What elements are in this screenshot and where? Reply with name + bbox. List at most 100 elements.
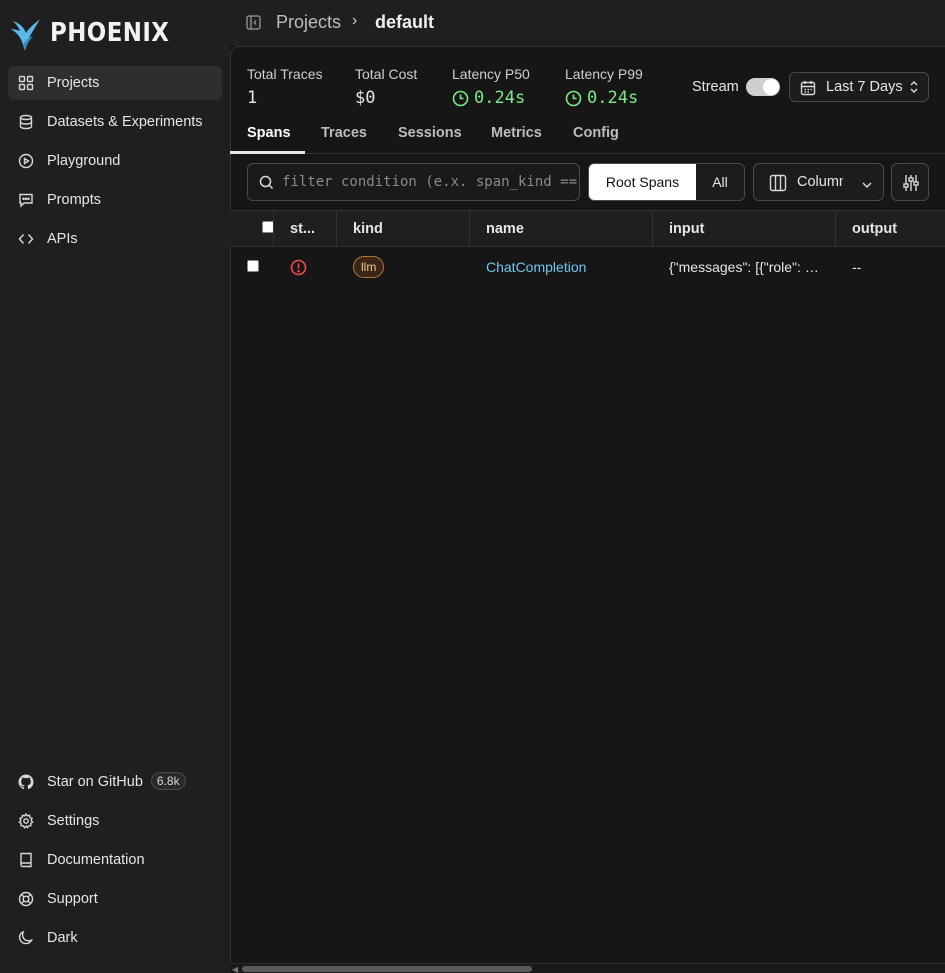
filter-input[interactable] [282, 164, 578, 200]
latency-p99-value: 0.24s [587, 88, 639, 108]
span-scope-toggle: Root Spans All [588, 163, 745, 201]
stat-value: 0.24s [452, 88, 530, 108]
spans-table-header: st... kind name input output [230, 210, 945, 247]
error-status-icon [290, 259, 307, 281]
column-header-select [230, 211, 274, 247]
select-all-checkbox[interactable] [262, 221, 273, 233]
chevron-up-down-icon [909, 80, 919, 99]
breadcrumb-projects[interactable]: Projects [276, 12, 341, 33]
date-range-label: Last 7 Days [826, 79, 903, 95]
app-root: PHOENIX Projects Datasets & Experiments … [0, 0, 945, 973]
sidebar-item-label: APIs [47, 231, 78, 247]
sidebar-item-projects[interactable]: Projects [8, 66, 222, 100]
sidebar-item-datasets[interactable]: Datasets & Experiments [8, 105, 222, 139]
breadcrumb-separator: › [352, 12, 358, 29]
span-output-cell: -- [852, 259, 862, 275]
columns-label: Columns [797, 174, 843, 190]
logo-text: PHOENIX [50, 18, 170, 48]
stat-label: Total Cost [355, 66, 418, 82]
book-icon [18, 852, 34, 868]
column-header-kind[interactable]: kind [337, 211, 470, 247]
search-icon [259, 175, 274, 195]
stream-label: Stream [692, 79, 739, 95]
tab-config[interactable]: Config [573, 125, 619, 141]
sidebar-item-label: Datasets & Experiments [47, 114, 203, 130]
breadcrumb-current: default [375, 12, 435, 32]
sidebar-item-label: Dark [47, 930, 78, 946]
toggle-knob [763, 79, 779, 95]
all-spans-button[interactable]: All [696, 164, 744, 200]
stat-label: Total Traces [247, 66, 323, 82]
columns-icon [769, 174, 787, 197]
sidebar-item-documentation[interactable]: Documentation [8, 843, 222, 877]
scroll-left-icon[interactable]: ◀ [232, 965, 238, 973]
sliders-icon [903, 175, 919, 191]
active-tab-indicator [230, 151, 305, 154]
sidebar-item-settings[interactable]: Settings [8, 804, 222, 838]
database-icon [18, 114, 34, 130]
table-settings-button[interactable] [891, 163, 929, 201]
stat-label: Latency P50 [452, 66, 530, 82]
column-header-input[interactable]: input [653, 211, 836, 247]
tab-bar: Spans Traces Sessions Metrics Config [230, 118, 945, 154]
sidebar-item-label: Documentation [47, 852, 145, 868]
sidebar-item-support[interactable]: Support [8, 882, 222, 916]
tab-metrics[interactable]: Metrics [491, 125, 542, 141]
latency-p50-value: 0.24s [474, 88, 526, 108]
top-bar: Projects › default [230, 0, 945, 46]
column-header-status[interactable]: st... [274, 211, 337, 247]
stat-latency-p99: Latency P99 0.24s [565, 66, 643, 108]
sidebar-item-label: Prompts [47, 192, 101, 208]
calendar-icon [800, 80, 816, 101]
tab-traces[interactable]: Traces [321, 125, 367, 141]
play-circle-icon [18, 153, 34, 169]
row-select-checkbox[interactable] [247, 260, 259, 272]
sidebar-item-label: Support [47, 891, 98, 907]
tab-spans[interactable]: Spans [247, 125, 291, 141]
phoenix-bird-icon [11, 19, 40, 51]
sidebar-item-github[interactable]: Star on GitHub 6.8k [8, 765, 222, 799]
gear-icon [18, 813, 34, 829]
span-name-link[interactable]: ChatCompletion [486, 259, 586, 275]
span-kind-badge: llm [353, 256, 385, 278]
stat-total-traces: Total Traces 1 [247, 66, 322, 108]
filter-field[interactable] [247, 163, 580, 201]
github-label: Star on GitHub [47, 774, 143, 790]
stat-total-cost: Total Cost $0 [355, 66, 417, 108]
sidebar-item-label: Settings [47, 813, 100, 829]
root-spans-button[interactable]: Root Spans [589, 164, 696, 200]
horizontal-scrollbar[interactable]: ◀ [230, 963, 945, 973]
code-icon [18, 231, 34, 247]
lifebuoy-icon [18, 891, 34, 907]
sidebar-item-label: Star on GitHub 6.8k [47, 772, 186, 791]
sidebar-item-prompts[interactable]: Prompts [8, 183, 222, 217]
span-input-cell: {"messages": [{"role": "system", "conten… [669, 259, 821, 275]
scrollbar-thumb[interactable] [242, 966, 532, 972]
sidebar-item-apis[interactable]: APIs [8, 222, 222, 256]
columns-button[interactable]: Columns [753, 163, 884, 201]
moon-icon [18, 930, 34, 946]
stat-latency-p50: Latency P50 0.24s [452, 66, 530, 108]
date-range-picker[interactable]: Last 7 Days [789, 72, 929, 102]
stat-value: 0.24s [565, 88, 643, 108]
sidebar-item-theme[interactable]: Dark [8, 921, 222, 955]
phoenix-logo[interactable]: PHOENIX [9, 14, 186, 52]
sidebar-item-label: Projects [47, 75, 100, 91]
github-stars-badge: 6.8k [150, 772, 186, 790]
sidebar-toggle-icon[interactable] [246, 15, 261, 35]
sidebar-item-playground[interactable]: Playground [8, 144, 222, 178]
tab-sessions[interactable]: Sessions [398, 125, 462, 141]
main-area: Projects › default Total Traces 1 Total … [230, 0, 945, 973]
clock-icon [565, 90, 582, 106]
message-square-icon [18, 192, 34, 208]
github-icon [18, 774, 34, 790]
column-header-output[interactable]: output [836, 211, 945, 247]
chevron-down-icon [861, 177, 873, 195]
column-header-name[interactable]: name [470, 211, 653, 247]
sidebar-item-label: Playground [47, 153, 121, 169]
table-row[interactable]: llm ChatCompletion {"messages": [{"role"… [230, 247, 945, 287]
clock-icon [452, 90, 469, 106]
stat-value: $0 [355, 88, 376, 108]
stream-toggle[interactable] [746, 78, 780, 96]
stat-label: Latency P99 [565, 66, 643, 82]
